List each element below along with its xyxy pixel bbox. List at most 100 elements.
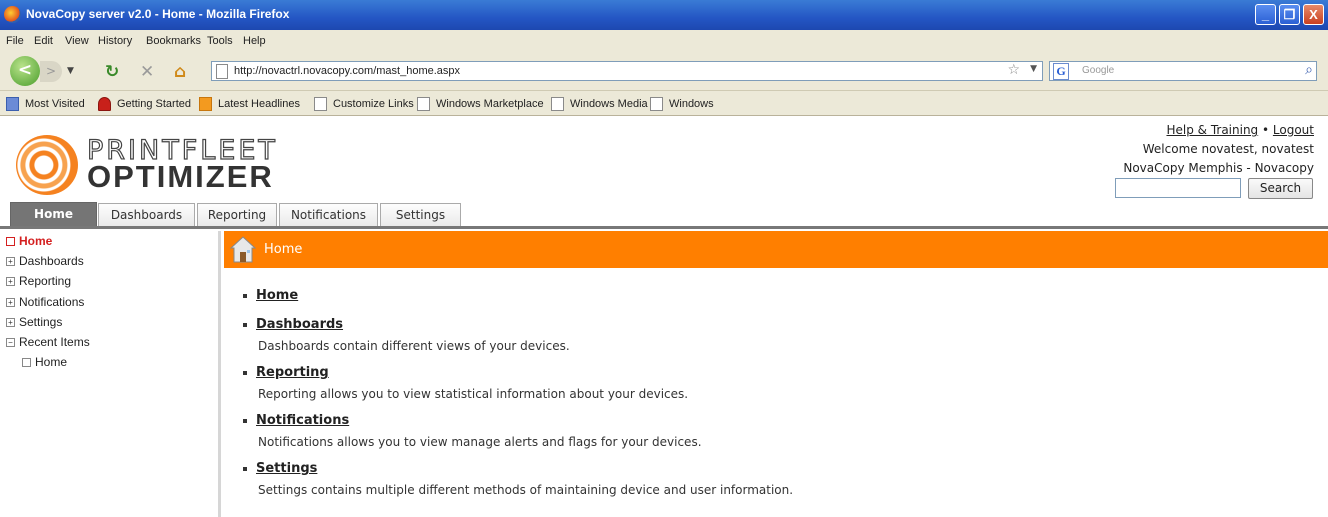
navigation-toolbar: < > ▼ ↻ ✕ ⌂ http://novactrl.novacopy.com… <box>0 52 1328 91</box>
sidebar-item-reporting[interactable]: + Reporting <box>6 274 71 288</box>
sidebar-recent-home[interactable]: Home <box>22 355 67 369</box>
maximize-button[interactable]: ❐ <box>1279 4 1300 25</box>
history-dropdown-icon[interactable]: ▼ <box>67 66 74 76</box>
notifications-description: Notifications allows you to view manage … <box>258 435 702 449</box>
rss-icon <box>199 97 212 111</box>
settings-link[interactable]: Settings <box>256 461 317 476</box>
list-item: Settings <box>243 461 317 476</box>
forward-button[interactable]: > <box>40 61 62 82</box>
sidebar-item-label: Dashboards <box>19 254 84 268</box>
sidebar-item-label: Recent Items <box>19 335 90 349</box>
sidebar-item-dashboards[interactable]: + Dashboards <box>6 254 84 268</box>
page-icon <box>314 97 327 111</box>
dashboards-description: Dashboards contain different views of yo… <box>258 339 570 353</box>
sidebar-item-label: Home <box>19 234 53 248</box>
expand-icon[interactable]: + <box>6 256 15 266</box>
help-training-link[interactable]: Help & Training <box>1166 123 1258 137</box>
bullet-icon <box>243 418 247 423</box>
close-button[interactable]: X <box>1303 4 1324 25</box>
tab-underline <box>0 226 1328 229</box>
bookmark-getting-started[interactable]: Getting Started <box>98 97 191 111</box>
getting-started-icon <box>98 97 111 111</box>
user-info: Help & Training • Logout Welcome novates… <box>1123 121 1314 178</box>
bullet-icon <box>243 293 247 298</box>
tab-settings[interactable]: Settings <box>380 203 461 226</box>
notifications-link[interactable]: Notifications <box>256 413 349 428</box>
collapse-icon[interactable]: − <box>6 337 15 347</box>
expand-icon[interactable]: + <box>6 317 15 327</box>
sidebar-item-label: Reporting <box>19 274 72 288</box>
home-link[interactable]: Home <box>256 288 298 303</box>
reload-icon[interactable]: ↻ <box>105 62 119 82</box>
search-input[interactable] <box>1115 178 1241 198</box>
bookmark-label: Most Visited <box>25 98 85 110</box>
bookmark-latest-headlines[interactable]: Latest Headlines <box>199 97 300 111</box>
search-engine-box[interactable]: G Google ⌕ <box>1049 61 1317 81</box>
sidebar-item-label: Notifications <box>19 295 85 309</box>
page-icon <box>650 97 663 111</box>
list-item: Home <box>243 288 298 303</box>
bookmark-star-icon[interactable]: ☆ <box>1007 62 1020 78</box>
expand-icon[interactable]: + <box>6 276 15 286</box>
menu-tools[interactable]: Tools <box>207 35 233 47</box>
bookmarks-toolbar: Most Visited Getting Started Latest Head… <box>0 91 1328 116</box>
organization-text: NovaCopy Memphis - Novacopy <box>1123 161 1314 175</box>
tab-dashboards[interactable]: Dashboards <box>98 203 195 226</box>
menu-history[interactable]: History <box>98 35 132 47</box>
house-icon <box>230 236 256 263</box>
stop-icon[interactable]: ✕ <box>140 62 154 82</box>
sidebar-item-home[interactable]: Home <box>6 234 52 248</box>
back-button[interactable]: < <box>10 56 40 86</box>
sidebar-item-recent-items[interactable]: − Recent Items <box>6 335 90 349</box>
dashboards-link[interactable]: Dashboards <box>256 317 343 332</box>
sidebar-item-settings[interactable]: + Settings <box>6 315 62 329</box>
home-icon[interactable]: ⌂ <box>174 62 186 82</box>
window-title-bar: NovaCopy server v2.0 - Home - Mozilla Fi… <box>0 0 1328 30</box>
bookmark-windows-marketplace[interactable]: Windows Marketplace <box>417 97 544 111</box>
menu-edit[interactable]: Edit <box>34 35 53 47</box>
link-separator: • <box>1262 123 1270 137</box>
brand-name-line2: OPTIMIZER <box>87 159 274 194</box>
menu-bar: File Edit View History Bookmarks Tools H… <box>0 30 1328 52</box>
search-engine-placeholder: Google <box>1082 65 1115 76</box>
printfleet-logo-icon <box>16 135 78 195</box>
reporting-description: Reporting allows you to view statistical… <box>258 387 689 401</box>
url-dropdown-icon[interactable]: ▼ <box>1030 64 1037 74</box>
minimize-button[interactable]: _ <box>1255 4 1276 25</box>
logout-link[interactable]: Logout <box>1273 123 1314 137</box>
firefox-icon <box>4 6 21 23</box>
menu-view[interactable]: View <box>65 35 89 47</box>
window-title: NovaCopy server v2.0 - Home - Mozilla Fi… <box>26 7 290 21</box>
google-icon[interactable]: G <box>1053 63 1069 80</box>
bookmark-windows[interactable]: Windows <box>650 97 714 111</box>
bookmark-label: Latest Headlines <box>218 98 300 110</box>
bookmark-customize-links[interactable]: Customize Links <box>314 97 414 111</box>
page-icon <box>551 97 564 111</box>
tab-reporting[interactable]: Reporting <box>197 203 277 226</box>
settings-description: Settings contains multiple different met… <box>258 483 794 497</box>
bookmark-label: Getting Started <box>117 98 191 110</box>
bookmark-label: Windows Media <box>570 98 648 110</box>
bookmark-windows-media[interactable]: Windows Media <box>551 97 648 111</box>
list-item: Reporting <box>243 365 329 380</box>
menu-file[interactable]: File <box>6 35 24 47</box>
bookmark-most-visited[interactable]: Most Visited <box>6 97 85 111</box>
sidebar-item-notifications[interactable]: + Notifications <box>6 295 84 309</box>
url-bar[interactable]: http://novactrl.novacopy.com/mast_home.a… <box>211 61 1043 81</box>
magnifier-icon[interactable]: ⌕ <box>1305 62 1313 78</box>
sidebar-item-label: Home <box>35 355 68 369</box>
reporting-link[interactable]: Reporting <box>256 365 329 380</box>
search-button[interactable]: Search <box>1248 178 1313 199</box>
menu-help[interactable]: Help <box>243 35 266 47</box>
tab-notifications[interactable]: Notifications <box>279 203 378 226</box>
expand-icon[interactable]: + <box>6 297 15 307</box>
welcome-text: Welcome novatest, novatest <box>1142 142 1314 156</box>
most-visited-icon <box>6 97 19 111</box>
node-box-icon <box>22 357 31 367</box>
bookmark-label: Customize Links <box>333 98 414 110</box>
list-item: Notifications <box>243 413 349 428</box>
tab-home[interactable]: Home <box>10 202 97 227</box>
list-item: Dashboards <box>243 317 343 332</box>
menu-bookmarks[interactable]: Bookmarks <box>146 35 201 47</box>
page-header: Home <box>224 231 1328 268</box>
